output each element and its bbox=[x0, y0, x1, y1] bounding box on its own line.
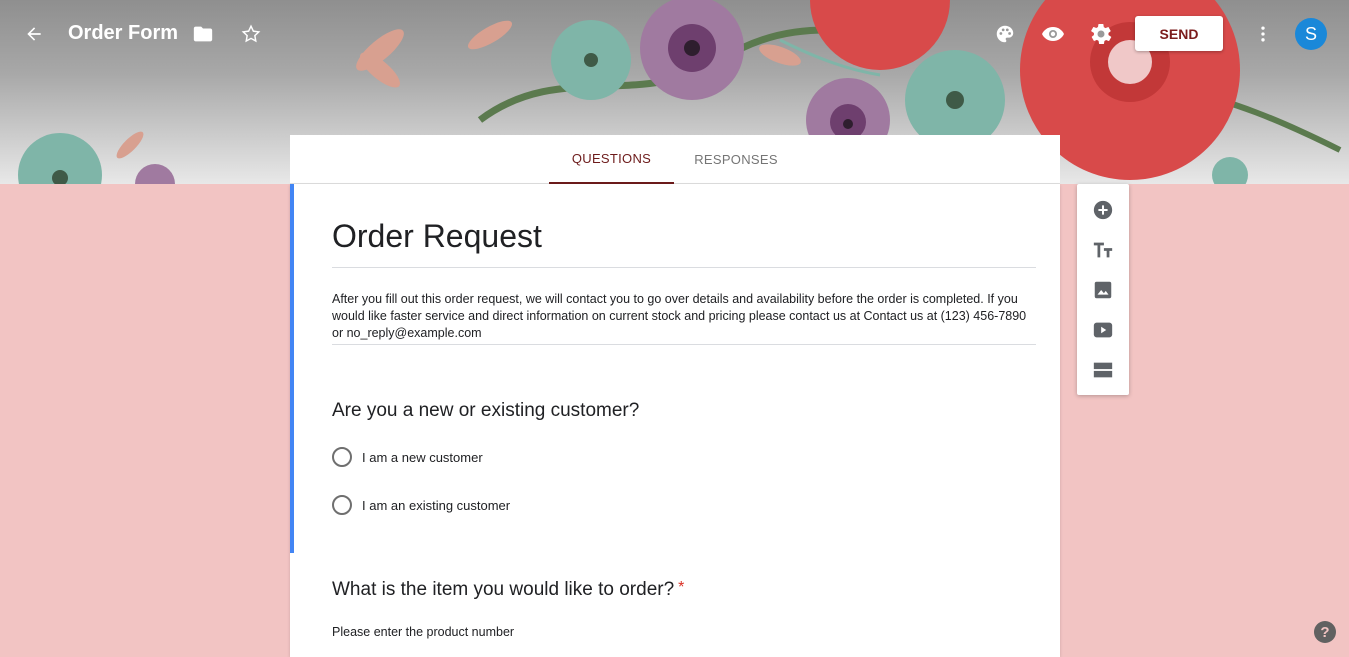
avatar[interactable]: S bbox=[1295, 18, 1327, 50]
tab-bar: QUESTIONS RESPONSES bbox=[290, 135, 1060, 184]
tab-questions[interactable]: QUESTIONS bbox=[549, 135, 674, 184]
top-bar: Order Form SEND S bbox=[0, 0, 1349, 68]
add-question-icon[interactable] bbox=[1089, 196, 1117, 224]
add-video-icon[interactable] bbox=[1089, 316, 1117, 344]
active-section-indicator bbox=[290, 184, 294, 553]
add-image-icon[interactable] bbox=[1089, 276, 1117, 304]
star-icon[interactable] bbox=[233, 16, 269, 52]
form-card: Order Request After you fill out this or… bbox=[290, 184, 1060, 657]
radio-option-new-customer[interactable]: I am a new customer bbox=[332, 446, 483, 468]
radio-option-existing-customer[interactable]: I am an existing customer bbox=[332, 494, 510, 516]
help-button[interactable]: ? bbox=[1314, 621, 1336, 643]
option-label: I am an existing customer bbox=[362, 497, 511, 513]
back-arrow-icon[interactable] bbox=[16, 16, 52, 52]
form-description[interactable]: After you fill out this order request, w… bbox=[332, 291, 1036, 345]
question-description: Please enter the product number bbox=[332, 625, 515, 639]
more-vert-icon[interactable] bbox=[1245, 16, 1281, 52]
required-marker: * bbox=[678, 579, 685, 596]
option-label: I am a new customer bbox=[362, 449, 483, 465]
tab-responses[interactable]: RESPONSES bbox=[674, 135, 798, 184]
send-button[interactable]: SEND bbox=[1135, 16, 1223, 51]
side-toolbar bbox=[1077, 184, 1129, 395]
add-section-icon[interactable] bbox=[1089, 356, 1117, 384]
radio-button[interactable] bbox=[332, 447, 352, 467]
form-name[interactable]: Order Form bbox=[68, 22, 178, 45]
question-title[interactable]: What is the item you would like to order… bbox=[332, 579, 684, 601]
question-title[interactable]: Are you a new or existing customer? bbox=[332, 400, 639, 422]
question-title-text: What is the item you would like to order… bbox=[332, 579, 675, 600]
radio-button[interactable] bbox=[332, 495, 352, 515]
gear-icon[interactable] bbox=[1083, 16, 1119, 52]
add-title-icon[interactable] bbox=[1089, 236, 1117, 264]
folder-icon[interactable] bbox=[185, 16, 221, 52]
palette-icon[interactable] bbox=[987, 16, 1023, 52]
eye-icon[interactable] bbox=[1035, 16, 1071, 52]
form-title[interactable]: Order Request bbox=[332, 218, 1036, 268]
